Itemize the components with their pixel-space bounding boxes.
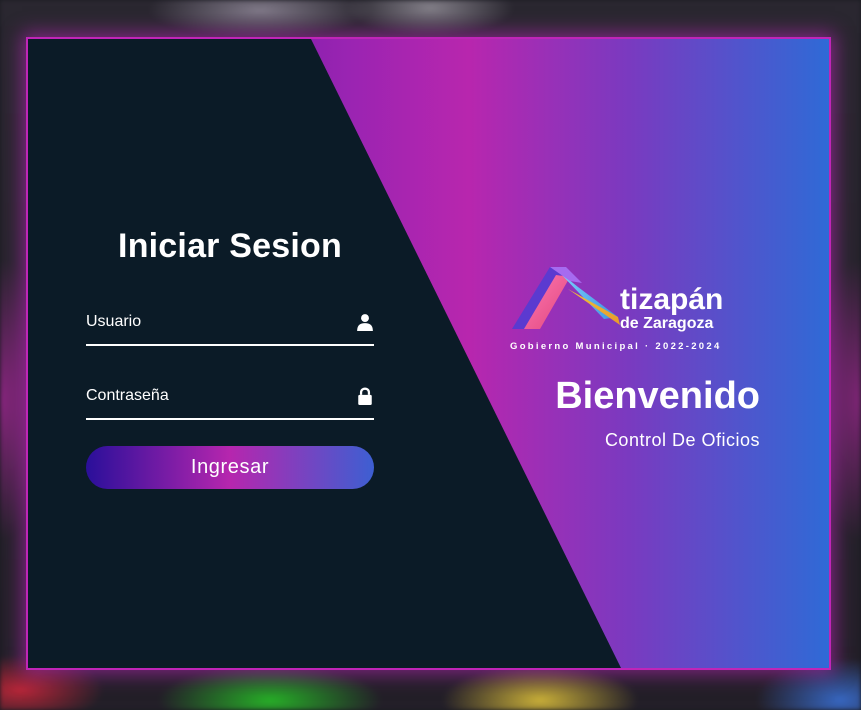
logo-tagline-text: Gobierno Municipal · 2022-2024 bbox=[510, 341, 722, 352]
password-field bbox=[86, 376, 374, 420]
tizapan-logo: tizapán de Zaragoza Gobierno Municipal ·… bbox=[510, 267, 723, 352]
ingresar-button[interactable]: Ingresar bbox=[86, 446, 374, 489]
username-input[interactable] bbox=[86, 302, 336, 342]
welcome-section: tizapán de Zaragoza Gobierno Municipal ·… bbox=[508, 259, 760, 451]
login-card: Iniciar Sesion Ingresar bbox=[26, 37, 831, 670]
user-icon bbox=[357, 314, 373, 331]
lock-icon bbox=[358, 387, 372, 405]
username-field bbox=[86, 302, 374, 346]
password-input[interactable] bbox=[86, 376, 336, 416]
app-subtitle: Control De Oficios bbox=[604, 430, 760, 450]
login-form: Iniciar Sesion Ingresar bbox=[86, 227, 374, 489]
login-title: Iniciar Sesion bbox=[118, 227, 342, 265]
welcome-heading: Bienvenido bbox=[555, 375, 760, 417]
logo-subname-text: de Zaragoza bbox=[620, 315, 713, 332]
logo-name-text: tizapán bbox=[620, 283, 723, 316]
